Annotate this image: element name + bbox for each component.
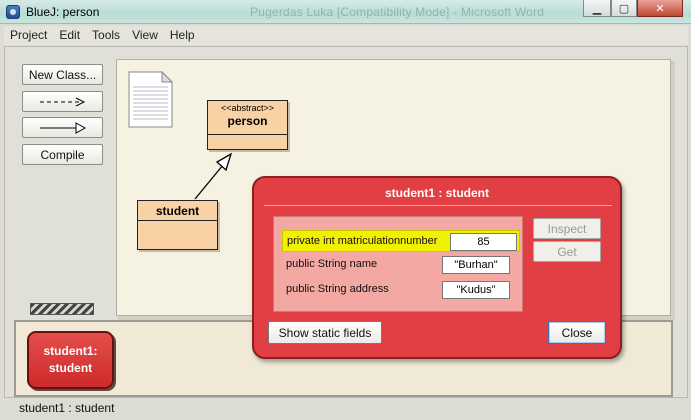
field-name: public String address — [286, 283, 389, 295]
field-list: private int matriculationnumber 85 publi… — [273, 216, 523, 312]
field-value: "Kudus" — [442, 281, 510, 299]
status-bar-text: student1 : student — [19, 401, 115, 415]
field-name: public String name — [286, 258, 378, 270]
close-window-button[interactable]: ✕ — [637, 0, 683, 17]
maximize-button[interactable]: ▢ — [611, 0, 637, 17]
class-student-header: student — [138, 201, 217, 221]
field-row-address[interactable]: public String address "Kudus" — [282, 279, 520, 301]
object-name: student1: — [43, 344, 98, 358]
uses-arrow-button[interactable] — [22, 91, 103, 112]
inheritance-relation — [194, 152, 233, 200]
inspect-button[interactable]: Inspect — [533, 218, 601, 239]
close-icon: ✕ — [655, 2, 665, 15]
title-divider — [264, 205, 612, 206]
class-person[interactable]: <<abstract>> person — [207, 100, 288, 150]
show-static-fields-button[interactable]: Show static fields — [268, 321, 382, 344]
menu-help[interactable]: Help — [164, 26, 201, 45]
menu-project[interactable]: Project — [4, 26, 53, 45]
menu-tools[interactable]: Tools — [86, 26, 126, 45]
minimize-button[interactable]: ▁ — [583, 0, 611, 17]
compile-button[interactable]: Compile — [22, 144, 103, 165]
field-value: 85 — [450, 233, 517, 251]
menu-view[interactable]: View — [126, 26, 164, 45]
bluej-app-icon — [6, 5, 20, 19]
class-name: person — [227, 114, 268, 128]
field-value: "Burhan" — [442, 256, 510, 274]
dashed-arrow-icon — [39, 97, 85, 106]
title-bar: BlueJ: person Pugerdas Luka [Compatibili… — [0, 0, 691, 24]
menu-bar: Project Edit Tools View Help — [4, 26, 688, 45]
background-window-title: Pugerdas Luka [Compatibility Mode] - Mic… — [250, 5, 545, 19]
menu-edit[interactable]: Edit — [53, 26, 86, 45]
minimize-icon: ▁ — [592, 2, 602, 15]
field-row-matriculationnumber[interactable]: private int matriculationnumber 85 — [282, 230, 520, 252]
object-type: student — [48, 361, 93, 375]
machine-status-indicator — [30, 303, 94, 315]
inheritance-arrow-button[interactable] — [22, 117, 103, 138]
object-inspector-dialog: student1 : student private int matricula… — [252, 176, 622, 359]
class-student[interactable]: student — [137, 200, 218, 250]
close-button[interactable]: Close — [548, 321, 606, 344]
class-person-header: <<abstract>> person — [208, 101, 287, 135]
object-student1[interactable]: student1: student — [27, 331, 114, 389]
window-title: BlueJ: person — [26, 5, 100, 19]
class-name: student — [155, 204, 200, 218]
readme-note-icon[interactable] — [128, 71, 173, 128]
field-row-name[interactable]: public String name "Burhan" — [282, 254, 520, 276]
class-stereotype: <<abstract>> — [220, 103, 275, 113]
get-button[interactable]: Get — [533, 241, 601, 262]
field-name: private int matriculationnumber — [287, 235, 438, 247]
new-class-button[interactable]: New Class... — [22, 64, 103, 85]
maximize-icon: ▢ — [618, 2, 630, 15]
inspector-title: student1 : student — [385, 186, 489, 200]
inheritance-arrow-icon — [39, 121, 86, 134]
